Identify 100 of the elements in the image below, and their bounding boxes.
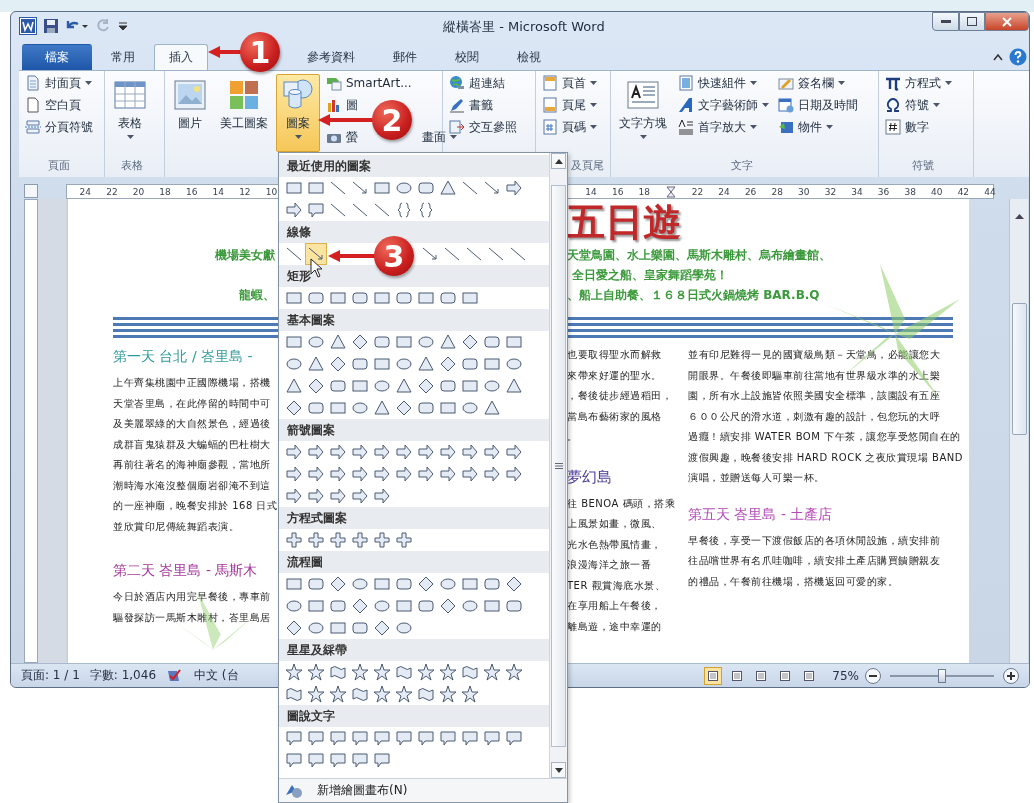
shape-option[interactable] (327, 683, 349, 705)
ribbon-button[interactable]: 文字藝術師 (675, 96, 772, 114)
ribbon-tab[interactable]: 檢視 (502, 44, 556, 70)
section-header: 基本圖案 (279, 309, 549, 331)
down-arrow-icon (554, 767, 563, 773)
rectangle-icon (373, 575, 391, 593)
shape-option[interactable] (415, 661, 437, 683)
ribbon-button[interactable]: 螢 (323, 128, 361, 146)
ribbon-button[interactable]: 物件 (775, 118, 836, 136)
maximize-button[interactable] (959, 12, 985, 31)
ribbon-button[interactable]: 快速組件 (675, 74, 760, 92)
ribbon-button[interactable]: 首字放大 (675, 118, 760, 136)
line-icon (443, 245, 461, 263)
view-button[interactable] (704, 666, 723, 685)
minimize-button[interactable] (932, 12, 959, 31)
scroll-up-icon[interactable] (1014, 213, 1024, 219)
ribbon-button[interactable]: 文字方塊 (614, 74, 672, 152)
ribbon-button[interactable]: 超連結 (446, 74, 508, 92)
ruler-number: 38 (903, 186, 917, 197)
collapse-ribbon-icon[interactable] (993, 53, 1003, 61)
shape-option[interactable] (283, 661, 305, 683)
shape-option[interactable] (503, 661, 525, 683)
ribbon-button[interactable]: 圖片 (168, 74, 212, 152)
oval-icon (395, 355, 413, 373)
shape-option[interactable] (327, 529, 349, 551)
zoom-out-button[interactable] (865, 667, 881, 684)
highlight-text: 機場美女獻 (215, 246, 275, 264)
ribbon-button[interactable]: 書籤 (446, 96, 496, 114)
word-count[interactable]: 字數: 1,046 (89, 667, 157, 684)
shape-option[interactable] (459, 683, 481, 705)
shape-option[interactable] (349, 661, 371, 683)
ribbon-tab[interactable]: 插入 (154, 44, 208, 70)
ribbon-button[interactable]: 圖 (323, 96, 361, 114)
ribbon-tab[interactable]: 常用 (100, 44, 146, 70)
ribbon-button[interactable]: 封面頁 (22, 74, 95, 92)
ribbon-icon (461, 663, 479, 681)
body-text-line: 渡假興趣，晚餐後安排 HARD ROCK 之夜欣賞現場 BAND (688, 450, 964, 465)
oval-icon (505, 355, 523, 373)
scroll-down-button[interactable] (551, 762, 566, 778)
arrow-icon (351, 465, 369, 483)
zoom-level[interactable]: 75% (832, 668, 859, 683)
highlight-text: 、船上自助餐、１６８日式火鍋燒烤 BAR.B.Q (567, 286, 821, 304)
shape-option[interactable] (371, 683, 393, 705)
tab-selector[interactable] (24, 184, 38, 198)
ribbon-button[interactable]: 頁首 (539, 74, 600, 92)
shape-option[interactable] (349, 529, 371, 551)
shape-option[interactable] (283, 529, 305, 551)
shape-option[interactable] (481, 661, 503, 683)
ruler-number: 28 (770, 186, 784, 197)
diamond-icon (285, 619, 303, 637)
star-icon (417, 663, 435, 681)
ribbon-tab[interactable]: 參考資料 (292, 44, 370, 70)
word-logo-icon[interactable] (19, 17, 37, 35)
file-tab[interactable]: 檔案 (22, 44, 92, 70)
ribbon-tab[interactable]: 郵件 (378, 44, 432, 70)
page-count[interactable]: 頁面: 1 / 1 (21, 667, 80, 684)
callout-icon (417, 729, 435, 747)
shape-option[interactable] (305, 661, 327, 683)
shape-option[interactable] (305, 243, 327, 265)
page-break-icon (25, 119, 41, 135)
zoom-in-button[interactable] (1003, 667, 1019, 684)
scroll-thumb[interactable] (1011, 303, 1027, 435)
slider-thumb[interactable] (938, 668, 946, 683)
ribbon-button[interactable]: 數字 (882, 118, 932, 136)
oval-icon (417, 333, 435, 351)
shape-option[interactable] (393, 529, 415, 551)
scroll-up-button[interactable] (551, 153, 566, 169)
ribbon-tab[interactable]: 校閱 (440, 44, 494, 70)
shape-option[interactable] (371, 529, 393, 551)
ribbon-button[interactable]: 美工圖案 (215, 74, 273, 152)
ribbon-button[interactable]: 頁尾 (539, 96, 600, 114)
shape-option[interactable] (371, 661, 393, 683)
shape-option[interactable] (437, 683, 459, 705)
vertical-scrollbar[interactable] (1009, 199, 1028, 663)
plus-icon (285, 531, 303, 549)
ribbon-button[interactable]: 分頁符號 (22, 118, 96, 136)
shape-option[interactable] (393, 683, 415, 705)
wordart-icon (678, 97, 694, 113)
ribbon-button[interactable]: 空白頁 (22, 96, 84, 114)
ribbon-button[interactable]: 頁碼 (539, 118, 600, 136)
shape-option[interactable] (305, 529, 327, 551)
ribbon-button[interactable]: 簽名欄 (775, 74, 848, 92)
new-canvas-item[interactable]: 新增繪圖畫布(N) (279, 778, 567, 802)
ribbon-button[interactable]: 方程式 (882, 74, 955, 92)
language-status[interactable]: 中文 (台 (194, 667, 239, 684)
close-button[interactable] (985, 12, 1029, 31)
shape-option[interactable] (305, 683, 327, 705)
rounded-rectangle-icon (505, 597, 523, 615)
page-view-icon (755, 669, 768, 682)
ribbon-button[interactable]: 符號 (882, 96, 943, 114)
save-icon[interactable] (43, 18, 59, 34)
scroll-thumb[interactable] (551, 184, 566, 747)
ribbon-button[interactable]: 日期及時間 (775, 96, 861, 114)
shape-option[interactable] (437, 661, 459, 683)
arrow-icon (417, 443, 435, 461)
indent-marker-icon[interactable] (665, 185, 676, 198)
ribbon-button[interactable]: 表格 (108, 74, 152, 152)
help-icon[interactable] (1009, 48, 1027, 66)
ribbon-button[interactable]: 圖案 (276, 74, 320, 152)
ribbon-button[interactable]: SmartArt... (323, 74, 415, 92)
